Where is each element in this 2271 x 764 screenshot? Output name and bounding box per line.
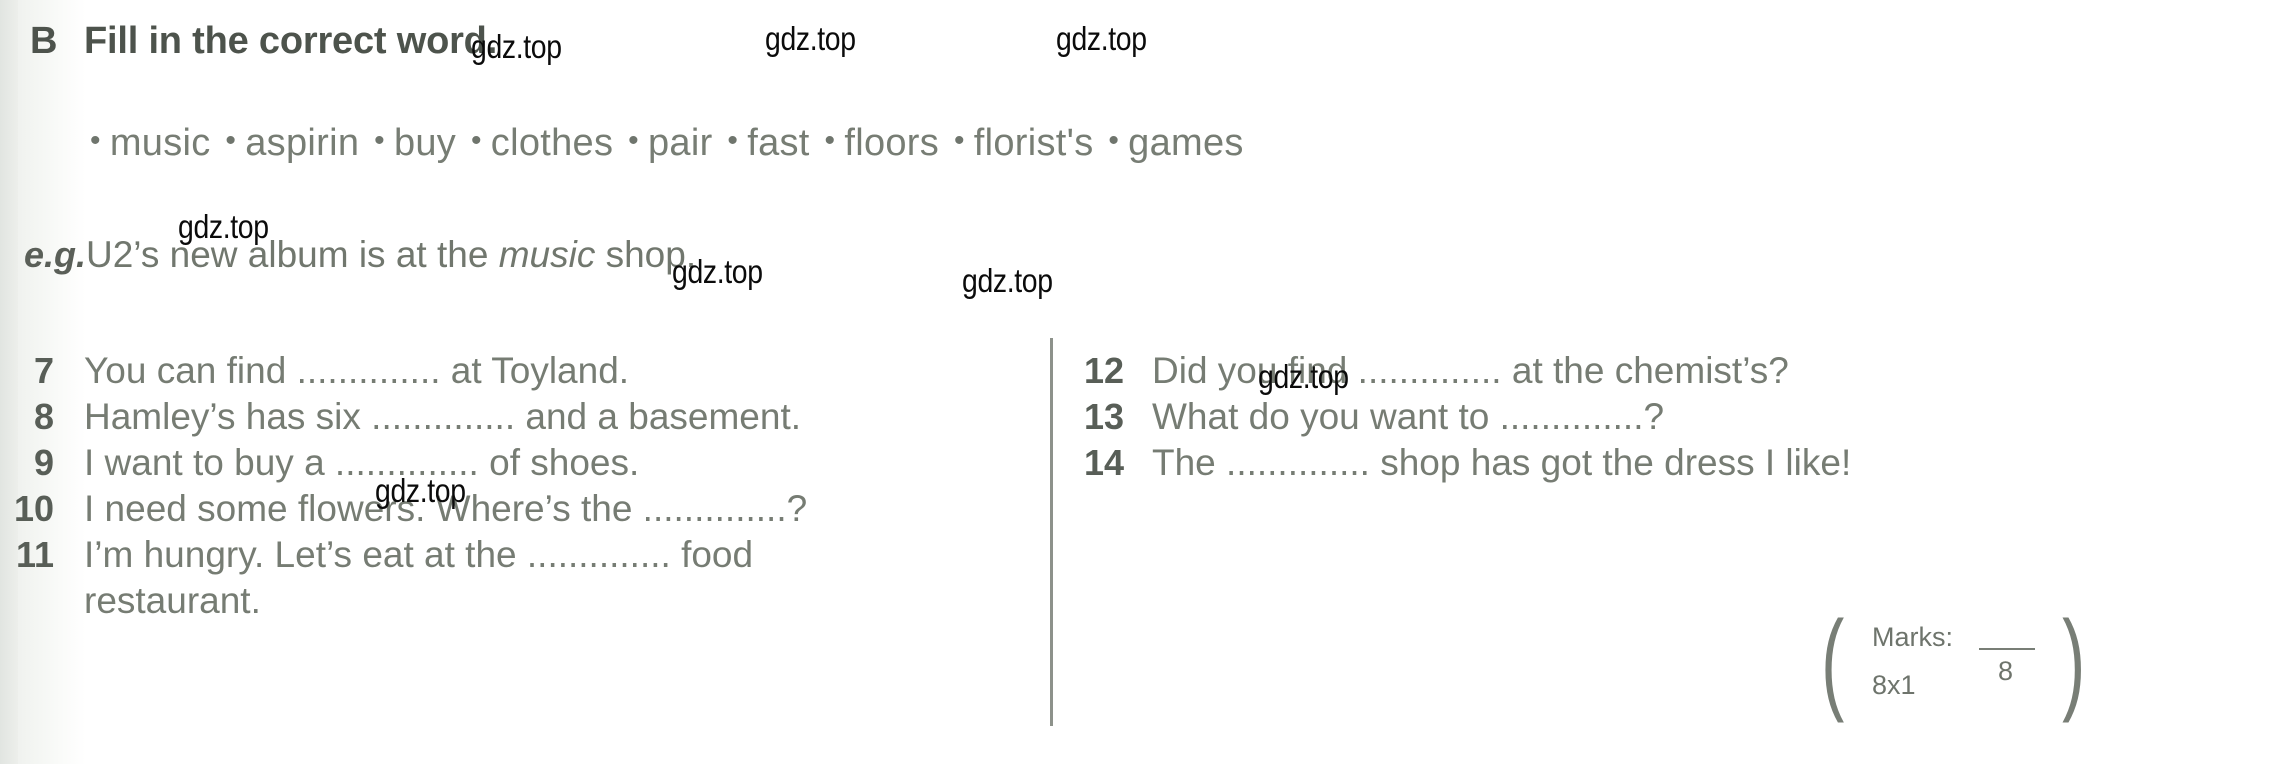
marks-weight: 8x1: [1872, 670, 1916, 700]
word-bank-item: music: [109, 122, 211, 164]
watermark: gdz.top: [765, 20, 856, 57]
example-label: e.g.: [24, 234, 87, 275]
question-text: The .............. shop has got the dres…: [1152, 442, 1852, 483]
word-bank-item: florist's: [973, 122, 1094, 164]
bullet-icon: •: [727, 124, 739, 157]
exercise-title: Fill in the correct word.: [84, 20, 498, 62]
question-number: 7: [33, 350, 54, 391]
marks-blank-rule: [1979, 648, 2035, 650]
watermark: gdz.top: [1258, 358, 1349, 395]
exercise-letter: B: [30, 20, 58, 62]
bullet-icon: •: [824, 124, 836, 157]
question-number: 13: [1083, 396, 1124, 437]
worksheet-page: B Fill in the correct word. • music • aspi…: [0, 0, 2271, 764]
word-bank-item: clothes: [490, 122, 614, 164]
watermark: gdz.top: [962, 262, 1053, 299]
question-number: 14: [1083, 442, 1124, 483]
word-bank-item: games: [1128, 122, 1244, 164]
left-parenthesis: (: [1821, 598, 1845, 723]
column-divider: [1050, 338, 1053, 726]
marks-box: ( ) Marks: 8 8x1: [1821, 605, 2085, 722]
question-number: 10: [13, 488, 54, 529]
question-number: 8: [33, 396, 54, 437]
example-before: U2’s new album is at the: [86, 234, 499, 275]
watermark: gdz.top: [375, 472, 466, 509]
question-text-continuation: restaurant.: [84, 580, 261, 621]
question-text: I’m hungry. Let’s eat at the ...........…: [84, 534, 754, 575]
question-text: I want to buy a .............. of shoes.: [84, 442, 640, 483]
word-bank: • music • aspirin • buy • clothes • pair • fas…: [86, 122, 1244, 165]
watermark: gdz.top: [178, 208, 269, 245]
question-text: Hamley’s has six .............. and a ba…: [84, 396, 802, 437]
bullet-icon: •: [374, 124, 385, 157]
example-answer: music: [498, 234, 596, 275]
question-text: You can find .............. at Toyland.: [84, 350, 630, 391]
word-bank-item: buy: [393, 122, 457, 164]
watermark: gdz.top: [672, 253, 763, 290]
word-bank-item: fast: [747, 122, 810, 164]
bullet-icon: •: [953, 124, 965, 157]
marks-total: 8: [1998, 656, 2014, 686]
bullet-icon: •: [1108, 124, 1120, 157]
right-parenthesis: ): [2061, 598, 2085, 723]
bullet-icon: •: [470, 124, 482, 157]
question-number: 9: [33, 442, 54, 483]
question-number: 12: [1083, 350, 1124, 391]
question-number: 11: [15, 534, 54, 575]
bullet-icon: •: [628, 124, 639, 157]
question-text: What do you want to ..............?: [1152, 396, 1665, 437]
bullet-icon: •: [90, 124, 101, 157]
bullet-icon: •: [225, 124, 237, 157]
word-bank-item: aspirin: [245, 122, 360, 164]
marks-label: Marks:: [1872, 622, 1953, 652]
watermark: gdz.top: [1056, 20, 1147, 57]
word-bank-item: pair: [647, 122, 713, 164]
question-text: Did you find .............. at the chemi…: [1152, 350, 1789, 391]
word-bank-item: floors: [844, 122, 940, 164]
watermark: gdz.top: [471, 28, 562, 65]
